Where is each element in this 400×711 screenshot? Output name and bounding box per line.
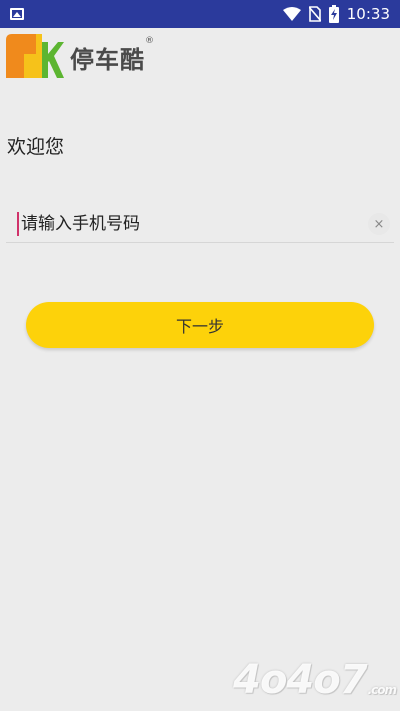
status-bar: 10:33 — [0, 0, 400, 28]
gallery-icon — [10, 8, 24, 20]
status-right: 10:33 — [282, 5, 390, 23]
registered-mark: ® — [145, 35, 155, 46]
logo-text: 停车酷 ® — [70, 36, 154, 75]
next-button[interactable]: 下一步 — [26, 302, 374, 348]
app-logo: 停车酷 ® — [6, 32, 154, 82]
phone-input[interactable] — [19, 209, 368, 239]
logo-mark-icon — [6, 34, 64, 80]
clear-icon[interactable]: × — [368, 213, 390, 235]
no-sim-icon — [308, 6, 321, 22]
status-time: 10:33 — [346, 5, 390, 23]
watermark: 4o4o7 .com — [233, 657, 397, 703]
watermark-text: 4o4o7 — [233, 657, 367, 703]
wifi-icon — [282, 7, 301, 21]
phone-field[interactable]: × — [6, 206, 394, 243]
watermark-suffix: .com — [367, 683, 397, 697]
status-left — [10, 8, 24, 20]
battery-charging-icon — [328, 5, 339, 23]
logo-name: 停车酷 — [70, 45, 145, 74]
welcome-heading: 欢迎您 — [7, 136, 65, 158]
